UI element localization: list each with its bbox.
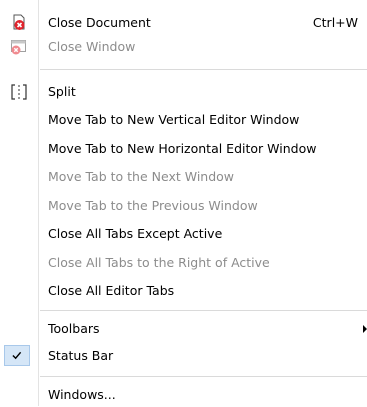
menu-item-label: Close All Tabs Except Active <box>48 226 223 241</box>
menu-item-close-window[interactable]: Close Window <box>0 35 367 59</box>
menu-separator <box>40 69 367 70</box>
split-icon <box>11 84 27 100</box>
menu-item-split[interactable]: Split <box>0 80 367 104</box>
menu-item-move-tab-next-window[interactable]: Move Tab to the Next Window <box>0 165 367 189</box>
menu-item-toolbars[interactable]: Toolbars <box>0 317 367 341</box>
close-window-icon <box>11 40 26 55</box>
menu-item-label: Close Window <box>48 39 136 54</box>
menu-item-label: Split <box>48 84 76 99</box>
menu-item-status-bar[interactable]: Status Bar <box>0 344 367 368</box>
menu-item-label: Move Tab to the Next Window <box>48 169 235 184</box>
menu-item-label: Move Tab to New Horizontal Editor Window <box>48 141 317 156</box>
menu-item-label: Windows... <box>48 387 116 402</box>
menu-item-move-tab-horizontal[interactable]: Move Tab to New Horizontal Editor Window <box>0 137 367 161</box>
menu-item-label: Close Document <box>48 15 151 30</box>
menu-item-label: Status Bar <box>48 348 114 363</box>
menu-item-label: Move Tab to the Previous Window <box>48 198 258 213</box>
menu-item-close-all-except-active[interactable]: Close All Tabs Except Active <box>0 222 367 246</box>
menu-item-close-tabs-right[interactable]: Close All Tabs to the Right of Active <box>0 251 367 275</box>
close-document-icon <box>13 14 25 30</box>
menu-item-close-document[interactable]: Close Document Ctrl+W <box>0 11 367 35</box>
menu-item-move-tab-vertical[interactable]: Move Tab to New Vertical Editor Window <box>0 108 367 132</box>
menu-item-close-all-editor-tabs[interactable]: Close All Editor Tabs <box>0 279 367 303</box>
checkmark-icon <box>12 351 22 360</box>
menu-item-move-tab-previous-window[interactable]: Move Tab to the Previous Window <box>0 194 367 218</box>
menu-item-label: Close All Editor Tabs <box>48 283 175 298</box>
menu-item-label: Move Tab to New Vertical Editor Window <box>48 112 300 127</box>
shortcut-label: Ctrl+W <box>312 15 358 30</box>
submenu-arrow-icon <box>363 325 367 333</box>
menu-separator <box>40 310 367 311</box>
menu-separator <box>40 376 367 377</box>
menu-item-windows[interactable]: Windows... <box>0 383 367 407</box>
view-context-menu: Close Document Ctrl+W Close Window Split… <box>0 0 367 406</box>
menu-item-label: Toolbars <box>48 321 100 336</box>
menu-item-label: Close All Tabs to the Right of Active <box>48 255 270 270</box>
check-highlight <box>4 345 30 366</box>
